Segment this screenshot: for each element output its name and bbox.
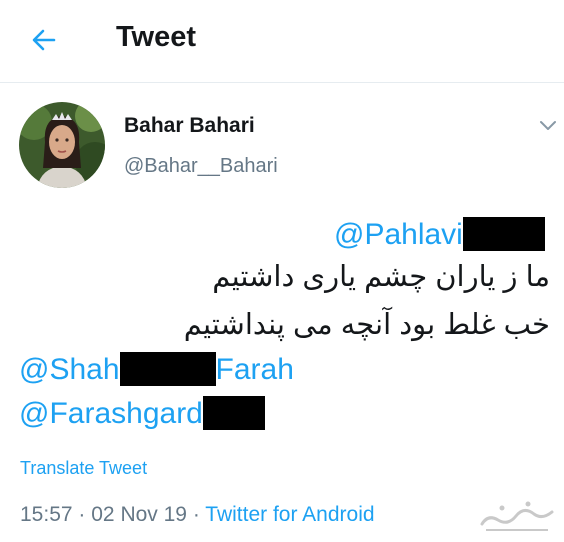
mention-pahlavi[interactable]: @Pahlavi [334, 217, 545, 253]
separator: · [78, 503, 86, 526]
mention-text-start: @Shah [19, 353, 120, 386]
mention-farashgard[interactable]: @Farashgard [19, 396, 265, 432]
back-button[interactable] [26, 22, 62, 58]
author-handle[interactable]: @Bahar__Bahari [124, 155, 278, 178]
watermark-logo [478, 496, 556, 536]
top-bar: Tweet [0, 0, 564, 83]
page-title: Tweet [116, 21, 197, 53]
tweet-menu-button[interactable] [536, 116, 560, 136]
separator: · [192, 503, 200, 526]
redaction-box [202, 396, 265, 430]
redaction-box [462, 217, 545, 251]
tweet-source-link[interactable]: Twitter for Android [205, 503, 374, 526]
tweet-metadata: 15:57 · 02 Nov 19 · Twitter for Android [20, 503, 375, 527]
tweet-date: 02 Nov 19 [91, 503, 187, 526]
redaction-box [119, 352, 216, 386]
mention-text: @Farashgard [19, 397, 203, 430]
chevron-down-icon [540, 121, 556, 130]
tweet-time: 15:57 [20, 503, 73, 526]
tweet-text-line-2: خب غلط بود آنچه می پنداشتیم [183, 309, 550, 341]
tweet-text-line-1: ما ز یاران چشم یاری داشتیم [212, 261, 550, 293]
mention-text: @Pahlavi [334, 218, 463, 251]
arrow-left-icon [32, 29, 56, 51]
translate-tweet-link[interactable]: Translate Tweet [20, 458, 147, 479]
mention-text-end: Farah [215, 353, 294, 386]
avatar[interactable] [19, 102, 105, 188]
author-display-name[interactable]: Bahar Bahari [124, 114, 255, 138]
mention-shah-farah[interactable]: @Shah Farah [19, 352, 294, 388]
